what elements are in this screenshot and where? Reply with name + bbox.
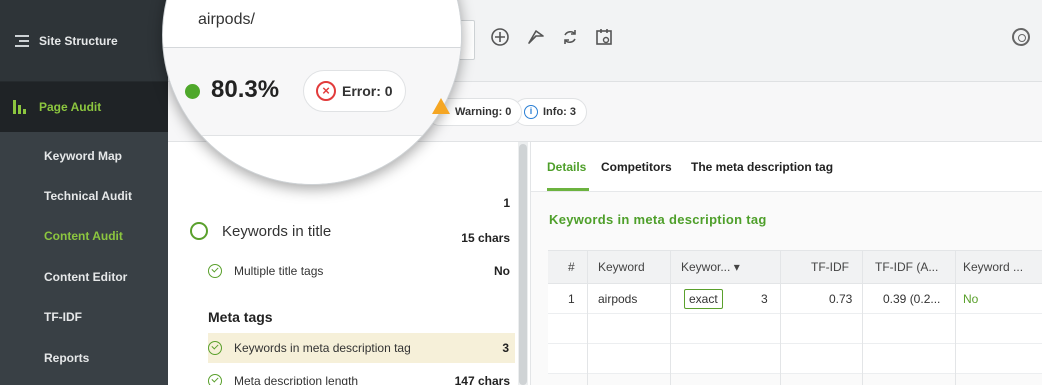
table-row[interactable]: 1 airpods exact 3 0.73 0.39 (0.2... No <box>548 284 1042 314</box>
sidebar-item-label: Technical Audit <box>44 189 133 203</box>
factor-value: 3 <box>502 341 509 355</box>
title-count: 1 <box>503 196 510 210</box>
magnifier-lens: airpods/ 80.3% × Error: 0 Title <box>162 0 462 185</box>
col-header-num[interactable]: # <box>568 251 575 283</box>
sidebar-item-keyword-map[interactable]: Keyword Map <box>0 138 168 174</box>
info-icon: i <box>524 105 538 119</box>
tab-details[interactable]: Details <box>547 160 586 174</box>
cell-match: exact <box>684 284 723 313</box>
magnified-url-field: airpods/ <box>163 1 461 48</box>
sidebar-item-technical-audit[interactable]: Technical Audit <box>0 178 168 214</box>
factor-scrollbar[interactable] <box>518 142 528 385</box>
column-divider <box>587 250 588 385</box>
magnified-keywords-row[interactable]: Keywords in title <box>190 218 415 244</box>
factor-value: No <box>494 264 510 278</box>
factor-label: Keywords in title <box>222 222 332 240</box>
magnified-status: 80.3% × Error: 0 <box>163 48 461 136</box>
table-row-empty <box>548 344 1042 374</box>
factor-value: 15 chars <box>461 231 510 245</box>
col-header-keyword-flag[interactable]: Keyword ... <box>963 251 1023 283</box>
site-structure-icon <box>15 35 29 47</box>
error-pill[interactable]: × Error: 0 <box>303 70 406 112</box>
gear-icon[interactable] <box>1012 28 1030 46</box>
factor-label: Multiple title tags <box>234 264 324 278</box>
col-header-tfidf-avg[interactable]: TF-IDF (A... <box>875 251 938 283</box>
sidebar-item-tf-idf[interactable]: TF-IDF <box>0 299 168 335</box>
column-divider <box>780 250 781 385</box>
magnified-factor-panel: Title <box>163 136 461 184</box>
error-count: Error: 0 <box>342 83 393 99</box>
column-divider <box>955 250 956 385</box>
tab-competitors[interactable]: Competitors <box>601 160 672 174</box>
warning-count: Warning: 0 <box>455 106 512 118</box>
column-divider <box>670 250 671 385</box>
sidebar-item-page-audit[interactable]: Page Audit <box>0 89 168 125</box>
active-tab-indicator <box>547 188 589 191</box>
sidebar-item-label: Reports <box>44 351 90 365</box>
factor-value: 147 chars <box>454 374 510 385</box>
scrollbar-thumb[interactable] <box>519 144 527 385</box>
sidebar-item-label: Page Audit <box>39 100 102 114</box>
cell-num: 1 <box>568 291 575 306</box>
info-count: Info: 3 <box>543 106 576 118</box>
cell-tfidf-avg: 0.39 (0.2... <box>883 291 941 306</box>
factor-row-multiple-title-tags[interactable]: Multiple title tags No <box>208 256 510 286</box>
details-tabs: Details Competitors The meta description… <box>531 142 1042 192</box>
col-header-keyword-match[interactable]: Keywor... ▾ <box>681 251 740 283</box>
audit-score: 80.3% <box>211 76 280 103</box>
table-header: # Keyword Keywor... ▾ TF-IDF TF-IDF (A..… <box>548 250 1042 284</box>
add-icon[interactable] <box>490 27 510 47</box>
factor-label: Keywords in meta description tag <box>234 341 411 355</box>
sidebar-item-site-structure[interactable]: Site Structure <box>0 23 168 59</box>
cell-keyword: airpods <box>598 291 638 306</box>
error-icon: × <box>316 81 336 101</box>
cell-keyword-flag: No <box>963 291 979 306</box>
title-count-row: 1 <box>208 188 510 218</box>
check-circle-icon <box>190 222 208 240</box>
cell-tfidf: 0.73 <box>829 291 853 306</box>
col-header-tfidf[interactable]: TF-IDF <box>811 251 849 283</box>
magnified-url-text: airpods/ <box>198 11 255 28</box>
section-title-title: Title <box>183 166 216 183</box>
factor-row-meta-description-length[interactable]: Meta description length 147 chars <box>208 366 510 385</box>
tab-meta-description[interactable]: The meta description tag <box>691 160 833 174</box>
share-icon[interactable] <box>526 27 546 47</box>
sidebar-item-label: TF-IDF <box>44 310 82 324</box>
page-audit-icon <box>13 100 29 114</box>
sidebar-item-label: Keyword Map <box>44 149 123 163</box>
score-dot-icon <box>185 84 200 99</box>
sidebar-item-label: Content Audit <box>44 229 123 243</box>
sidebar: Site Structure Page Audit Keyword Map Te… <box>0 0 168 385</box>
sidebar-item-content-editor[interactable]: Content Editor <box>0 259 168 295</box>
sidebar-item-reports[interactable]: Reports <box>0 340 168 376</box>
warning-triangle-icon <box>432 98 450 114</box>
sidebar-item-label: Site Structure <box>39 34 118 48</box>
column-divider <box>862 250 863 385</box>
match-type-badge: exact <box>684 288 723 309</box>
magnifier-content: airpods/ 80.3% × Error: 0 Title <box>163 0 461 184</box>
sidebar-item-content-audit[interactable]: Content Audit <box>0 218 168 254</box>
col-header-keyword[interactable]: Keyword <box>598 251 645 283</box>
table-row-empty <box>548 314 1042 344</box>
schedule-icon[interactable] <box>594 27 614 47</box>
factor-label: Meta description length <box>234 374 359 385</box>
check-circle-icon <box>208 264 222 278</box>
refresh-icon[interactable] <box>560 27 580 47</box>
sidebar-item-label: Content Editor <box>44 270 128 284</box>
check-circle-icon <box>208 374 222 385</box>
info-pill[interactable]: i Info: 3 <box>513 98 587 126</box>
check-circle-icon <box>208 341 222 355</box>
cell-count: 3 <box>761 291 768 306</box>
factor-row-keywords-in-meta-description[interactable]: Keywords in meta description tag 3 <box>208 333 515 363</box>
details-section-title: Keywords in meta description tag <box>549 212 767 227</box>
section-title-meta-tags: Meta tags <box>208 309 273 325</box>
